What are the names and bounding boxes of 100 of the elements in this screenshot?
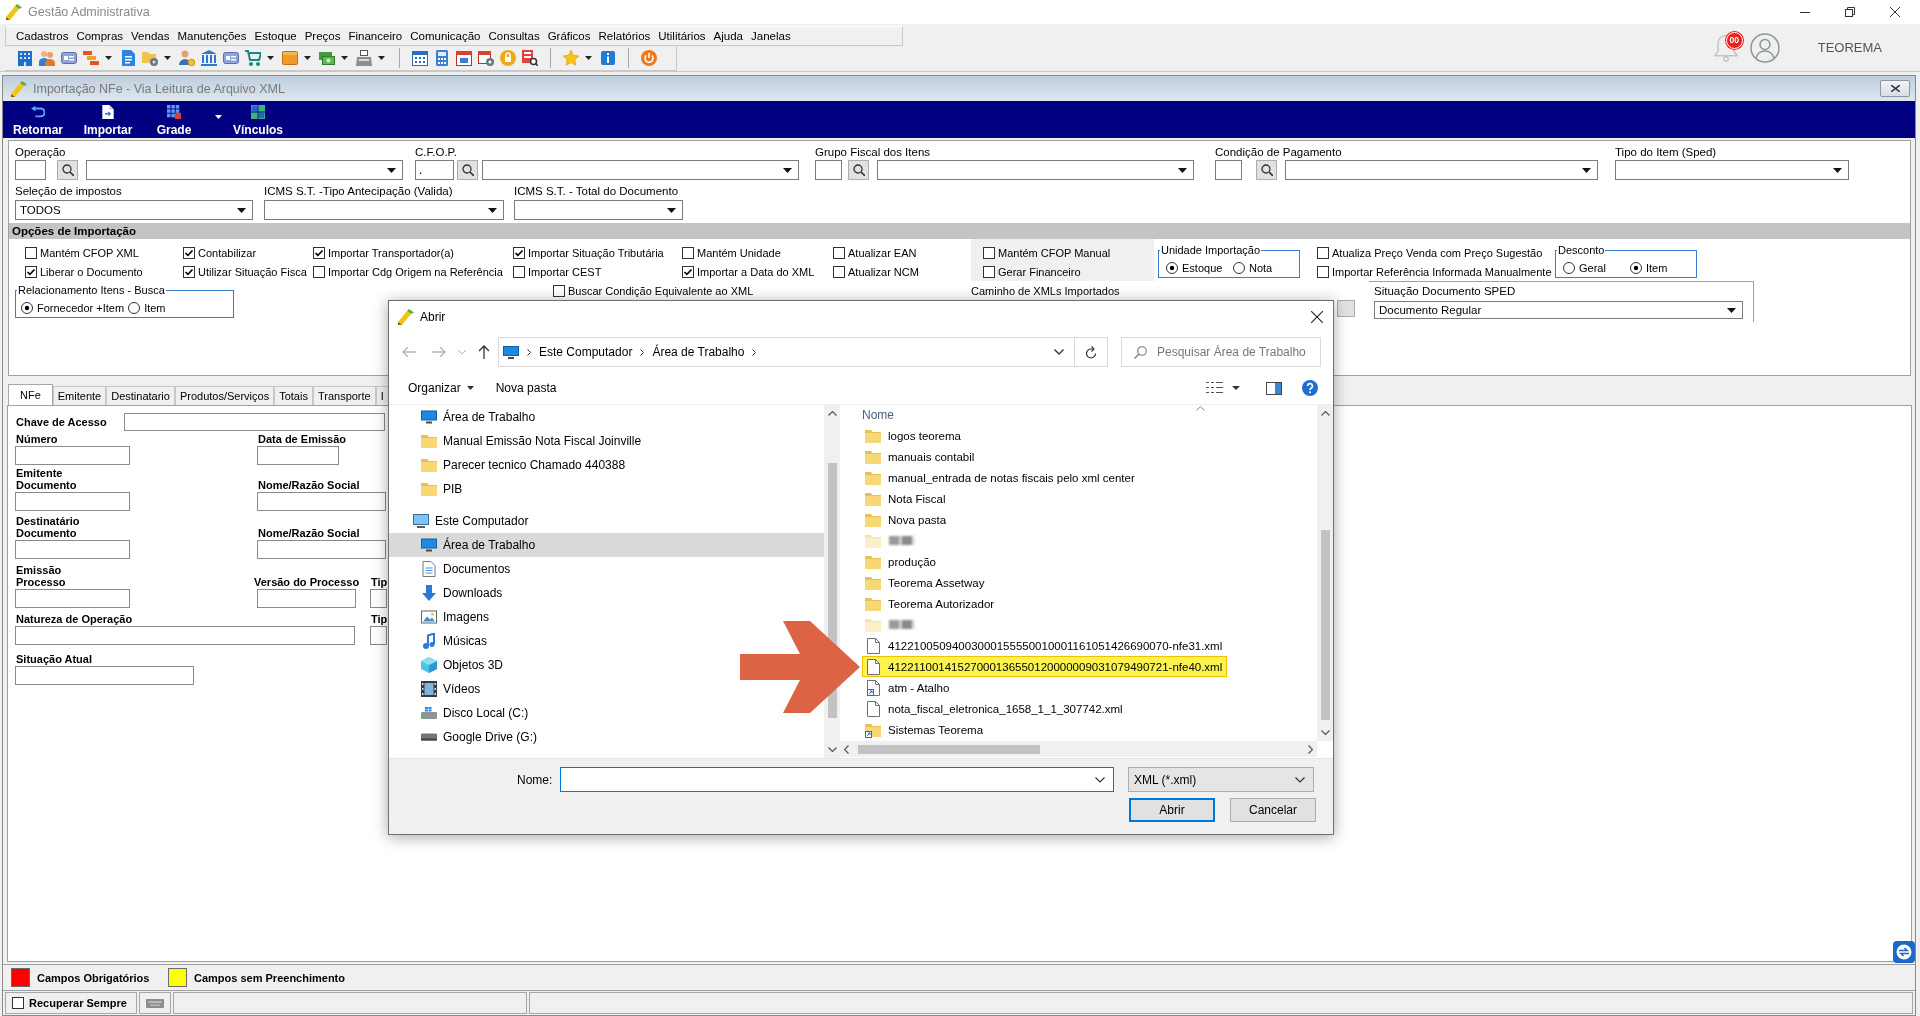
- scroll-down-icon[interactable]: [1320, 730, 1330, 735]
- new-folder-button[interactable]: Nova pasta: [488, 378, 564, 398]
- cart-icon[interactable]: [245, 50, 261, 66]
- scroll-left-icon[interactable]: [844, 744, 849, 754]
- caret-icon[interactable]: [237, 207, 246, 213]
- radio-button[interactable]: [1166, 262, 1178, 274]
- report-search-icon[interactable]: [522, 50, 538, 66]
- tab[interactable]: Destinatario: [106, 386, 175, 405]
- menu-item[interactable]: Estoque: [250, 27, 301, 45]
- menu-item[interactable]: Manutenções: [173, 27, 251, 45]
- radio-button[interactable]: [1563, 262, 1575, 274]
- file-item[interactable]: nota_fiscal_eletronica_1658_1_1_307742.xml: [862, 698, 1128, 719]
- checkbox[interactable]: [833, 246, 845, 259]
- import-button[interactable]: Importar: [77, 103, 139, 138]
- folder-gear-icon[interactable]: [142, 50, 158, 66]
- checkbox[interactable]: [183, 265, 195, 278]
- breadcrumb-item[interactable]: Este Computador: [539, 345, 633, 359]
- menu-item[interactable]: Ajuda: [709, 27, 747, 45]
- nav-item[interactable]: Manual Emissão Nota Fiscal Joinville: [389, 429, 650, 453]
- file-item[interactable]: produção: [862, 551, 941, 572]
- file-item[interactable]: Teorema Assetway: [862, 572, 990, 593]
- person-coin-icon[interactable]: [179, 50, 195, 66]
- user-avatar-icon[interactable]: [1749, 32, 1780, 63]
- return-button[interactable]: Retornar: [7, 103, 69, 138]
- file-item[interactable]: 41221100141527000136550120000009031079490721-nfe40.xml: [862, 656, 1228, 677]
- file-item[interactable]: Nota Fiscal: [862, 488, 951, 509]
- scroll-right-icon[interactable]: [1308, 744, 1313, 754]
- cancel-button[interactable]: Cancelar: [1230, 798, 1316, 822]
- restore-icon[interactable]: [1845, 7, 1855, 17]
- nav-item[interactable]: Parecer tecnico Chamado 440388: [389, 453, 634, 477]
- checkbox[interactable]: [1317, 265, 1329, 278]
- menu-item[interactable]: Vendas: [127, 27, 174, 45]
- caret-icon[interactable]: [215, 114, 222, 119]
- address-bar[interactable]: Este Computador Área de Trabalho: [498, 337, 1075, 367]
- caret-icon[interactable]: [341, 56, 348, 60]
- people-icon[interactable]: [39, 50, 55, 66]
- dropdown-field[interactable]: [1285, 160, 1598, 180]
- tab[interactable]: NFe: [8, 384, 53, 405]
- caret-icon[interactable]: [488, 207, 497, 213]
- text-field[interactable]: [15, 589, 130, 608]
- menu-item[interactable]: Janelas: [747, 27, 795, 45]
- chevron-icon[interactable]: [752, 348, 757, 356]
- calendar-gear-icon[interactable]: [478, 50, 494, 66]
- nav-item[interactable]: Documentos: [389, 557, 519, 581]
- menu-item[interactable]: Consultas: [484, 27, 544, 45]
- code-field[interactable]: .: [415, 160, 454, 180]
- checkbox[interactable]: [833, 265, 845, 278]
- file-item[interactable]: manual_entrada de notas fiscais pelo xml center: [862, 467, 1140, 488]
- checkbox[interactable]: [682, 246, 694, 259]
- nav-item[interactable]: Disco Local (C:): [389, 701, 537, 725]
- menu-item[interactable]: Utilitários: [654, 27, 710, 45]
- star-icon[interactable]: [563, 50, 579, 66]
- calculator-icon[interactable]: [434, 50, 450, 66]
- caret-icon[interactable]: [1232, 386, 1240, 390]
- preview-pane-icon[interactable]: [1266, 381, 1282, 395]
- tab[interactable]: Emitente: [52, 386, 107, 405]
- id-card-icon[interactable]: [223, 50, 239, 66]
- document-icon[interactable]: [120, 50, 136, 66]
- caret-icon[interactable]: [1054, 349, 1064, 355]
- info-icon[interactable]: [600, 50, 616, 66]
- checkbox[interactable]: [25, 265, 37, 278]
- caret-icon[interactable]: [164, 56, 171, 60]
- close-icon[interactable]: [1311, 310, 1323, 323]
- caret-icon[interactable]: [267, 56, 274, 60]
- chevron-icon[interactable]: [527, 348, 531, 356]
- caret-icon[interactable]: [1178, 167, 1187, 173]
- caret-icon[interactable]: [585, 56, 592, 60]
- text-field[interactable]: [257, 540, 386, 559]
- radio-button[interactable]: [21, 302, 33, 314]
- menu-item[interactable]: Financeiro: [344, 27, 407, 45]
- checkbox[interactable]: [553, 285, 565, 297]
- nav-item[interactable]: Área de Trabalho: [389, 533, 824, 557]
- checkbox[interactable]: [513, 246, 525, 259]
- up-arrow-icon[interactable]: [478, 345, 490, 359]
- search-button[interactable]: [57, 160, 78, 180]
- dropdown-field[interactable]: [514, 200, 683, 220]
- tab[interactable]: Totais: [274, 386, 313, 405]
- tab[interactable]: Produtos/Serviços: [174, 386, 275, 405]
- caret-icon[interactable]: [1833, 167, 1842, 173]
- radio-button[interactable]: [1233, 262, 1245, 274]
- code-field[interactable]: [15, 160, 46, 180]
- cash-register-icon[interactable]: [356, 50, 372, 66]
- text-field[interactable]: [370, 589, 387, 608]
- minimize-icon[interactable]: [1800, 11, 1810, 13]
- caret-icon[interactable]: [1582, 167, 1591, 173]
- column-header[interactable]: Nome: [862, 408, 894, 422]
- text-field[interactable]: [124, 413, 385, 431]
- box-icon[interactable]: [282, 50, 298, 66]
- scroll-down-icon[interactable]: [827, 747, 837, 752]
- text-field[interactable]: [15, 492, 130, 511]
- scrollbar[interactable]: [840, 741, 1317, 757]
- open-button[interactable]: Abrir: [1129, 798, 1215, 822]
- text-field[interactable]: [15, 626, 355, 645]
- building-icon[interactable]: [17, 50, 33, 66]
- radio-button[interactable]: [1630, 262, 1642, 274]
- grid-button[interactable]: Grade: [145, 103, 203, 138]
- file-item[interactable]: atm - Atalho: [862, 677, 955, 698]
- text-field[interactable]: [15, 666, 194, 685]
- checkbox[interactable]: [313, 246, 325, 259]
- swap-arrows-icon[interactable]: [1893, 941, 1915, 963]
